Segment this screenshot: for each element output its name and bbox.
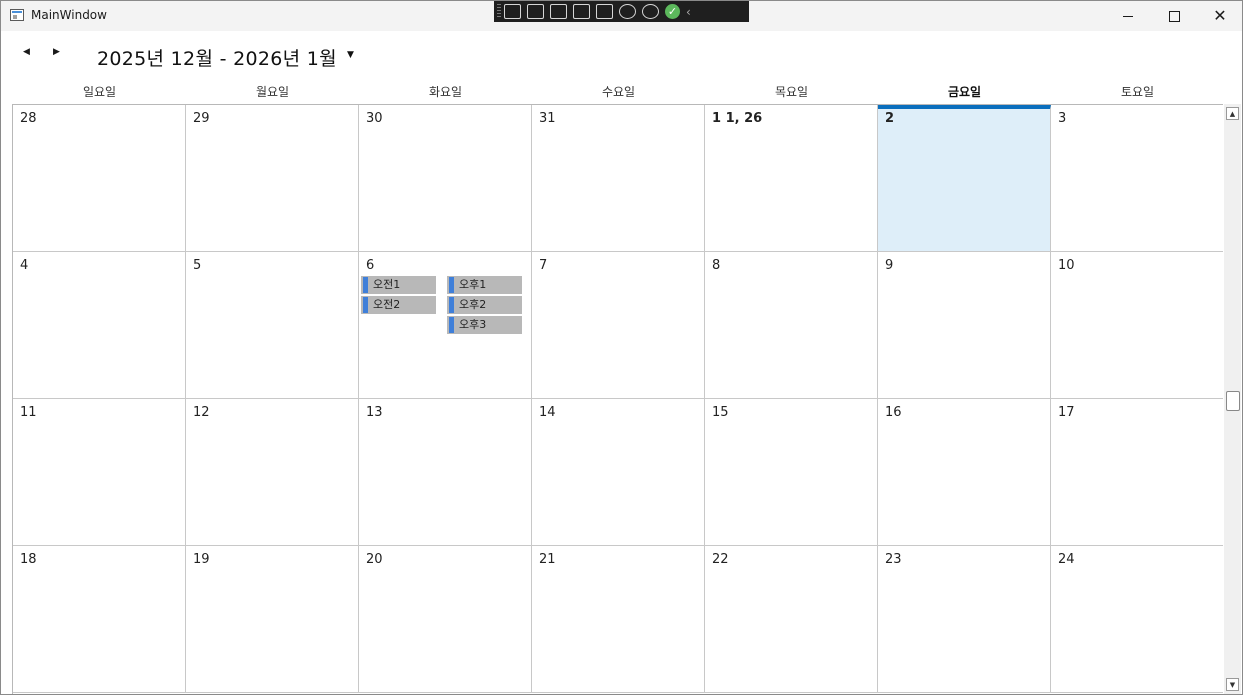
day-number: 14 <box>539 405 556 420</box>
scroll-thumb[interactable] <box>1226 391 1240 411</box>
day-cell[interactable]: 11 <box>13 399 186 546</box>
xaml-devtools-toolbar: ✓ ‹ <box>494 1 749 22</box>
day-number: 2 <box>885 111 895 126</box>
next-month-button[interactable]: ▶ <box>53 47 60 57</box>
scroll-down-button[interactable]: ▼ <box>1226 678 1239 691</box>
main-window: MainWindow ✓ ‹ ✕ ◀ ▶ 2025년 12월 - 2026년 1… <box>0 0 1243 695</box>
accessibility-icon[interactable] <box>642 4 659 19</box>
day-number: 31 <box>539 111 556 126</box>
day-cell[interactable]: 10 <box>1051 252 1223 399</box>
select-element-icon[interactable] <box>504 4 521 19</box>
window-title: MainWindow <box>31 8 107 22</box>
day-cell[interactable]: 13 <box>359 399 532 546</box>
day-cell[interactable]: 17 <box>1051 399 1223 546</box>
calendar-event[interactable]: 오후3 <box>447 316 522 334</box>
day-number: 19 <box>193 552 210 567</box>
toolbar-grip-icon[interactable] <box>497 4 501 19</box>
close-icon: ✕ <box>1213 6 1227 25</box>
day-cell[interactable]: 20 <box>359 546 532 693</box>
scroll-up-button[interactable]: ▲ <box>1226 107 1239 120</box>
minimize-button[interactable] <box>1105 1 1151 31</box>
maximize-button[interactable] <box>1151 1 1197 31</box>
day-cell[interactable]: 12 <box>186 399 359 546</box>
day-cell[interactable]: 29 <box>186 105 359 252</box>
day-number: 20 <box>366 552 383 567</box>
day-number: 28 <box>20 111 37 126</box>
day-number: 8 <box>712 258 721 273</box>
vertical-scrollbar[interactable]: ▲ ▼ <box>1224 104 1241 694</box>
weekday-label: 일요일 <box>82 85 117 99</box>
day-number: 1 1, 26 <box>712 111 763 126</box>
day-cell[interactable]: 18 <box>13 546 186 693</box>
weekday-header-row: 일요일 월요일 화요일 수요일 목요일 금요일 토요일 <box>13 83 1223 101</box>
day-cell[interactable]: 23 <box>878 546 1051 693</box>
calendar-event[interactable]: 오후1 <box>447 276 522 294</box>
day-number: 11 <box>20 405 37 420</box>
day-cell[interactable]: 7 <box>532 252 705 399</box>
day-number: 10 <box>1058 258 1075 273</box>
frame-icon[interactable] <box>573 4 590 19</box>
day-cell[interactable]: 4 <box>13 252 186 399</box>
maximize-icon <box>1168 10 1180 22</box>
day-cell[interactable]: 30 <box>359 105 532 252</box>
close-button[interactable]: ✕ <box>1197 1 1242 31</box>
title-bar[interactable]: MainWindow ✓ ‹ ✕ <box>1 1 1242 31</box>
day-number: 6 <box>366 258 375 273</box>
day-cell[interactable]: 16 <box>878 399 1051 546</box>
app-window-icon <box>10 9 24 21</box>
hot-reload-icon[interactable] <box>619 4 636 19</box>
day-cell[interactable]: 24 <box>1051 546 1223 693</box>
previous-month-button[interactable]: ◀ <box>23 47 30 57</box>
day-number: 5 <box>193 258 202 273</box>
day-cell[interactable]: 15 <box>705 399 878 546</box>
day-cell[interactable]: 14 <box>532 399 705 546</box>
weekday-label: 토요일 <box>1120 85 1155 99</box>
weekday-label: 목요일 <box>774 85 809 99</box>
day-number: 30 <box>366 111 383 126</box>
camera-icon[interactable] <box>527 4 544 19</box>
weekday-label: 금요일 <box>947 85 982 99</box>
day-cell[interactable]: 28 <box>13 105 186 252</box>
day-number: 9 <box>885 258 894 273</box>
calendar-period-title[interactable]: 2025년 12월 - 2026년 1월 <box>97 44 337 71</box>
day-cell[interactable]: 9 <box>878 252 1051 399</box>
day-number: 3 <box>1058 111 1067 126</box>
weekday-label: 월요일 <box>255 85 290 99</box>
calendar-event[interactable]: 오후2 <box>447 296 522 314</box>
day-number: 21 <box>539 552 556 567</box>
day-cell[interactable]: 31 <box>532 105 705 252</box>
day-number: 24 <box>1058 552 1075 567</box>
minimize-icon <box>1123 15 1133 17</box>
day-cell[interactable]: 6 오전1 오전2 오후1 오후2 오후3 <box>359 252 532 399</box>
day-number: 23 <box>885 552 902 567</box>
day-number: 12 <box>193 405 210 420</box>
day-cell[interactable]: 22 <box>705 546 878 693</box>
day-cell[interactable]: 1 1, 26 <box>705 105 878 252</box>
day-number: 7 <box>539 258 548 273</box>
period-dropdown-icon[interactable]: ▼ <box>347 50 354 60</box>
day-number: 22 <box>712 552 729 567</box>
day-cell[interactable]: 3 <box>1051 105 1223 252</box>
day-number: 15 <box>712 405 729 420</box>
day-cell[interactable]: 21 <box>532 546 705 693</box>
calendar-event[interactable]: 오전1 <box>361 276 436 294</box>
day-cell[interactable]: 19 <box>186 546 359 693</box>
pointer-icon[interactable] <box>550 4 567 19</box>
day-number: 13 <box>366 405 383 420</box>
day-cell[interactable]: 8 <box>705 252 878 399</box>
day-cell[interactable]: 5 <box>186 252 359 399</box>
day-number: 4 <box>20 258 29 273</box>
track-focus-icon[interactable] <box>596 4 613 19</box>
calendar-grid: 28 29 30 31 1 1, 26 2 3 4 5 6 오전1 오전2 오후1 오후2 오후3 7 8 9 10… <box>12 104 1223 694</box>
checkmark-icon[interactable]: ✓ <box>665 4 680 19</box>
weekday-label: 수요일 <box>601 85 636 99</box>
day-number: 16 <box>885 405 902 420</box>
weekday-label: 화요일 <box>428 85 463 99</box>
calendar-event[interactable]: 오전2 <box>361 296 436 314</box>
day-cell-today[interactable]: 2 <box>878 105 1051 252</box>
day-number: 18 <box>20 552 37 567</box>
day-number: 17 <box>1058 405 1075 420</box>
day-number: 29 <box>193 111 210 126</box>
collapse-chevron-icon[interactable]: ‹ <box>686 5 691 19</box>
